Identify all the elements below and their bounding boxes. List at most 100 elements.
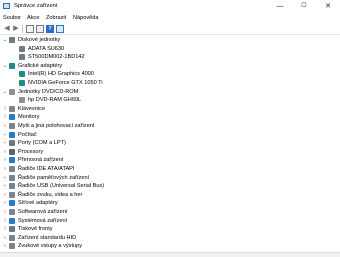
printer-icon — [9, 226, 15, 233]
storage-controller-icon — [9, 174, 15, 181]
expand-chevron-icon[interactable]: › — [2, 156, 8, 164]
title-bar: Správce zařízení — ☐ ✕ — [0, 0, 340, 13]
forward-icon[interactable]: ▶ — [12, 25, 20, 33]
disk-drive-icon — [19, 45, 25, 52]
tree-category[interactable]: › Myši a jiná polohovací zařízení — [0, 122, 340, 130]
dvd-drive-icon — [9, 88, 15, 95]
status-area — [0, 252, 340, 257]
menu-bar: Soubor Akce Zobrazit Nápověda — [0, 13, 340, 23]
tree-item-label: Řadiče USB (Universal Serial Bus) — [18, 183, 105, 190]
tree-item-label: ADATA SU630 — [28, 45, 65, 52]
tree-category[interactable]: › Klávesnice — [0, 105, 340, 113]
expand-chevron-icon[interactable]: › — [2, 242, 8, 250]
expand-chevron-icon[interactable]: › — [2, 105, 8, 113]
device-tree: ⌄ Diskové jednotky ADATA SU630 ST500DM002-1… — [0, 36, 340, 251]
tree-category[interactable]: ⌄ Grafické adaptéry — [0, 62, 340, 70]
collapse-chevron-icon[interactable]: ⌄ — [2, 88, 8, 96]
tree-category[interactable]: › Tiskové fronty — [0, 225, 340, 233]
back-icon[interactable]: ◀ — [3, 25, 11, 33]
hid-device-icon — [9, 234, 15, 241]
expand-chevron-icon[interactable]: › — [2, 165, 8, 173]
expand-chevron-icon[interactable]: › — [2, 199, 8, 207]
tree-category[interactable]: › Řadiče paměťových zařízení — [0, 174, 340, 182]
tree-category[interactable]: › Řadiče USB (Universal Serial Bus) — [0, 182, 340, 190]
tree-item-label: Řadiče IDE ATA/ATAPI — [18, 166, 75, 172]
tree-item-label: Procesory — [18, 148, 44, 155]
tree-item-label: Síťové adaptéry — [18, 200, 58, 207]
expand-chevron-icon[interactable]: › — [2, 208, 8, 216]
expand-chevron-icon[interactable]: › — [2, 217, 8, 225]
tree-item-label: Počítač — [18, 131, 37, 138]
tree-item-label: Zařízení standardu HID — [18, 234, 77, 241]
tree-category[interactable]: › Řadiče IDE ATA/ATAPI — [0, 165, 340, 173]
tree-item-label: Monitory — [18, 114, 40, 121]
maximize-button[interactable]: ☐ — [292, 0, 316, 13]
tree-device[interactable]: Intel(R) HD Graphics 4000 — [0, 70, 340, 78]
keyboard-icon — [9, 105, 15, 112]
tree-category[interactable]: › Softwarová zařízení — [0, 208, 340, 216]
tree-category[interactable]: ⌄ Diskové jednotky — [0, 36, 340, 44]
tree-item-label: NVIDIA GeForce GTX 1050 Ti — [28, 80, 103, 86]
tree-device[interactable]: hp DVD-RAM GH60L — [0, 96, 340, 104]
device-manager-icon — [3, 3, 10, 9]
display-adapter-icon — [9, 62, 15, 69]
tree-category[interactable]: › Zařízení standardu HID — [0, 234, 340, 242]
expand-chevron-icon[interactable]: › — [2, 174, 8, 182]
tree-item-label: Řadiče paměťových zařízení — [18, 174, 90, 181]
display-adapter-icon — [19, 80, 25, 86]
properties-icon[interactable] — [26, 25, 34, 33]
expand-chevron-icon[interactable]: › — [2, 191, 8, 199]
tree-device[interactable]: ADATA SU630 — [0, 45, 340, 53]
expand-chevron-icon[interactable]: › — [2, 148, 8, 156]
tree-item-label: Tiskové fronty — [18, 226, 53, 233]
tree-item-label: Řadiče zvuku, videa a her — [18, 191, 83, 198]
menu-view[interactable]: Zobrazit — [46, 14, 66, 22]
monitor-icon[interactable] — [56, 25, 64, 33]
expand-chevron-icon[interactable]: › — [2, 122, 8, 130]
tree-category[interactable]: ⌄ Jednotky DVD/CD-ROM — [0, 88, 340, 96]
expand-chevron-icon[interactable]: › — [2, 113, 8, 121]
tree-category[interactable]: › Zvukové vstupy a výstupy — [0, 242, 340, 250]
toolbar-separator — [22, 25, 23, 33]
close-button[interactable]: ✕ — [316, 0, 340, 13]
menu-file[interactable]: Soubor — [3, 14, 21, 22]
expand-chevron-icon[interactable]: › — [2, 225, 8, 233]
tree-category[interactable]: › Procesory — [0, 148, 340, 156]
collapse-chevron-icon[interactable]: ⌄ — [2, 36, 8, 44]
disk-drive-icon — [19, 54, 25, 61]
device-list-icon[interactable] — [36, 25, 44, 33]
expand-chevron-icon[interactable]: › — [2, 182, 8, 190]
tree-item-label: Jednotky DVD/CD-ROM — [18, 88, 79, 95]
tree-device[interactable]: NVIDIA GeForce GTX 1050 Ti — [0, 79, 340, 87]
collapse-chevron-icon[interactable]: ⌄ — [2, 62, 8, 70]
expand-chevron-icon[interactable]: › — [2, 234, 8, 242]
minimize-button[interactable]: — — [268, 0, 292, 13]
help-icon[interactable]: ? — [46, 25, 54, 33]
tree-item-label: hp DVD-RAM GH60L — [28, 97, 82, 104]
software-device-icon — [9, 209, 15, 215]
tree-device[interactable]: ST500DM002-1BD142 — [0, 53, 340, 61]
ide-controller-icon — [9, 166, 15, 172]
mouse-icon — [9, 123, 15, 129]
processor-icon — [9, 148, 15, 155]
window-title: Správce zařízení — [14, 3, 58, 9]
menu-help[interactable]: Nápověda — [73, 14, 99, 22]
expand-chevron-icon[interactable]: › — [2, 131, 8, 139]
toolbar: ◀ ▶ ? — [0, 23, 340, 35]
tree-category[interactable]: › Systémová zařízení — [0, 217, 340, 225]
menu-action[interactable]: Akce — [27, 14, 39, 22]
monitor-icon — [9, 114, 15, 121]
usb-controller-icon — [9, 183, 15, 190]
tree-item-label: Myši a jiná polohovací zařízení — [18, 123, 95, 129]
expand-chevron-icon[interactable]: › — [2, 139, 8, 147]
tree-category[interactable]: › Řadiče zvuku, videa a her — [0, 191, 340, 199]
system-device-icon — [9, 217, 15, 224]
sound-controller-icon — [9, 191, 15, 198]
tree-category[interactable]: › Síťové adaptéry — [0, 199, 340, 207]
tree-category[interactable]: › Počítač — [0, 131, 340, 139]
tree-category[interactable]: › Přenosná zařízení — [0, 156, 340, 164]
tree-item-label: Přenosná zařízení — [18, 157, 64, 164]
display-adapter-icon — [19, 71, 25, 78]
tree-category[interactable]: › Porty (COM a LPT) — [0, 139, 340, 147]
tree-category[interactable]: › Monitory — [0, 113, 340, 121]
